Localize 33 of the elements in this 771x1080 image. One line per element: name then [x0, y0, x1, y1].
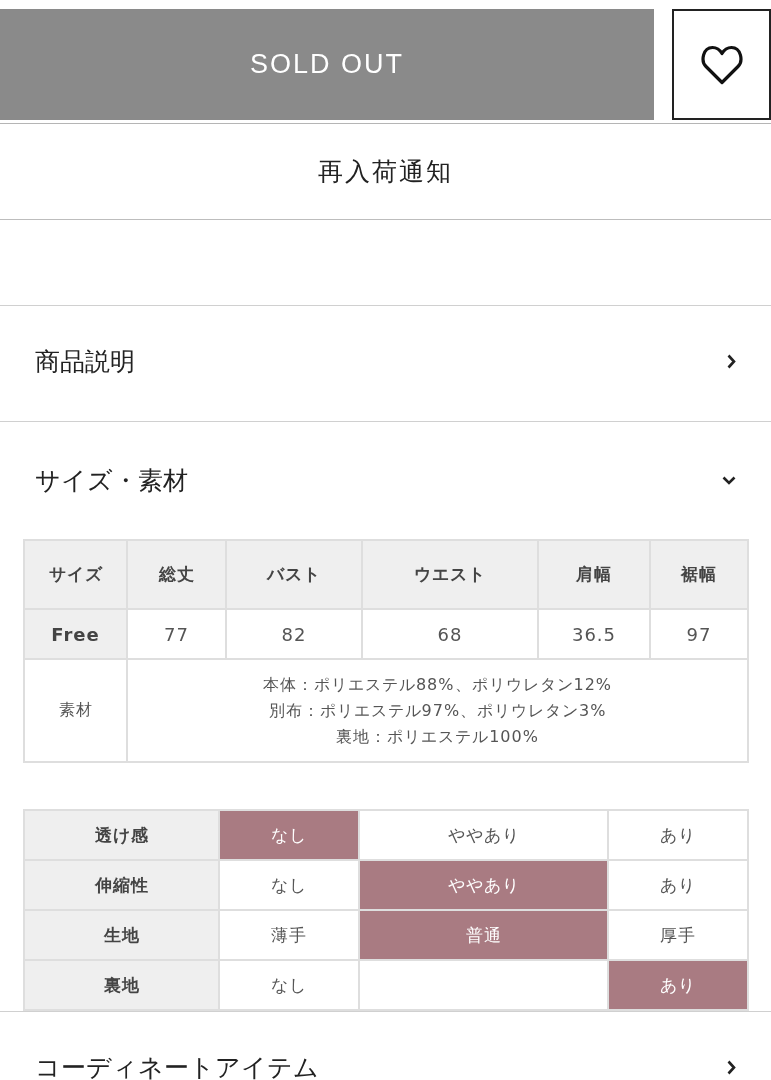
table-header-cell: サイズ [24, 540, 127, 609]
highlighted-table-cell: あり [608, 960, 748, 1010]
heart-icon [699, 44, 744, 85]
table-cell: 82 [226, 609, 362, 659]
table-cell: 97 [650, 609, 748, 659]
highlighted-table-cell: なし [219, 810, 359, 860]
table-cell: 77 [127, 609, 226, 659]
row-header-cell: 生地 [24, 910, 219, 960]
table-cell: ややあり [359, 810, 608, 860]
table-cell: 薄手 [219, 910, 359, 960]
material-text: 別布：ポリエステル97%、ポリウレタン3% [267, 699, 608, 722]
row-header-cell: 透け感 [24, 810, 219, 860]
row-header-cell: Free [24, 609, 127, 659]
table-cell: 68 [362, 609, 538, 659]
table-cell: あり [608, 810, 748, 860]
table-header-cell: 裾幅 [650, 540, 748, 609]
row-header-cell: 裏地 [24, 960, 219, 1010]
table-cell: あり [608, 860, 748, 910]
table-header-cell: ウエスト [362, 540, 538, 609]
table-cell: なし [219, 960, 359, 1010]
row-header-cell: 素材 [24, 659, 127, 762]
highlighted-table-cell: ややあり [359, 860, 608, 910]
table-cell: 厚手 [608, 910, 748, 960]
table-cell: なし [219, 860, 359, 910]
table-header-cell: 総丈 [127, 540, 226, 609]
row-header-cell: 伸縮性 [24, 860, 219, 910]
material-text: 本体：ポリエステル88%、ポリウレタン12% [261, 673, 614, 696]
highlighted-table-cell: 普通 [359, 910, 608, 960]
favorite-button[interactable] [672, 9, 771, 120]
table-cell: 36.5 [538, 609, 650, 659]
table-header-cell: バスト [226, 540, 362, 609]
table-header-cell: 肩幅 [538, 540, 650, 609]
material-text: 裏地：ポリエステル100% [335, 725, 540, 748]
